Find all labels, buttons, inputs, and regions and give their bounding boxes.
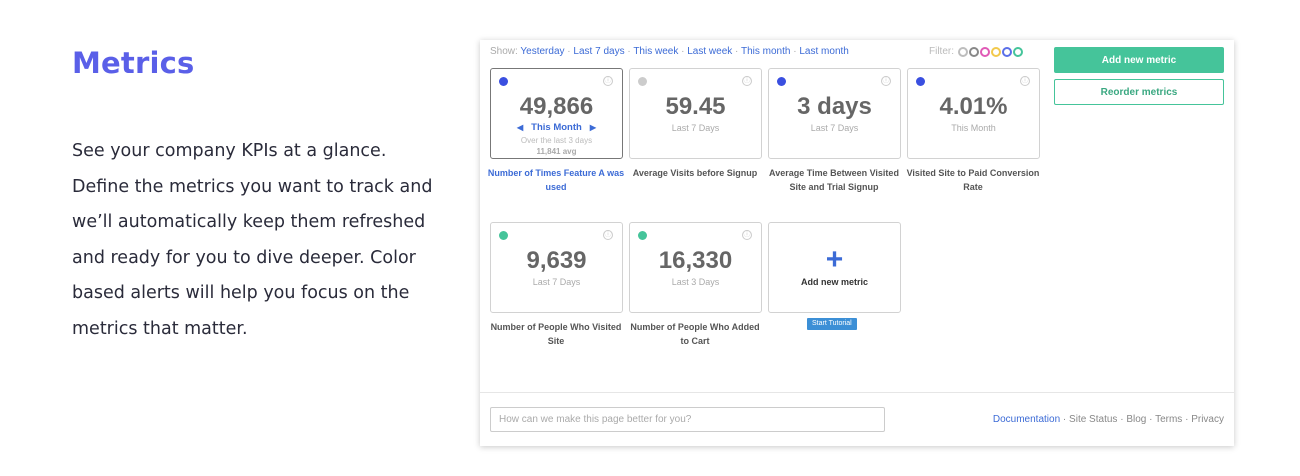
terms-link[interactable]: Terms — [1155, 414, 1182, 425]
date-range-bar: Show: Yesterday · Last 7 days · This wee… — [490, 46, 849, 57]
metric-period: Last 3 Days — [671, 277, 720, 287]
status-dot — [638, 77, 647, 86]
metric-period: This Month — [951, 123, 996, 133]
metric-value: 59.45 — [665, 93, 726, 120]
range-link-last-7-days[interactable]: Last 7 days — [573, 46, 624, 57]
info-icon[interactable]: ⓘ — [742, 76, 752, 86]
info-icon[interactable]: ⓘ — [603, 76, 613, 86]
info-icon[interactable]: ⓘ — [1020, 76, 1030, 86]
range-link-this-week[interactable]: This week — [633, 46, 678, 57]
footer-divider — [480, 392, 1234, 393]
metric-subtext: Over the last 3 days — [520, 136, 593, 145]
add-new-metric-button[interactable]: Add new metric — [1054, 47, 1224, 73]
hero-description: See your company KPIs at a glance. Defin… — [72, 141, 433, 339]
metric-card-visited-site[interactable]: ⓘ 9,639 Last 7 Days — [490, 222, 623, 313]
metric-caption[interactable]: Number of People Who Added to Cart — [625, 320, 765, 348]
feedback-input[interactable] — [490, 407, 885, 432]
plus-icon: + — [825, 243, 844, 276]
filter-dot-dark-grey[interactable] — [969, 46, 979, 57]
site-status-link[interactable]: Site Status — [1069, 414, 1117, 425]
range-link-last-month[interactable]: Last month — [799, 46, 848, 57]
metric-card-conversion[interactable]: ⓘ 4.01% This Month — [907, 68, 1040, 159]
metric-caption[interactable]: Average Time Between Visited Site and Tr… — [764, 166, 904, 194]
metric-card-added-to-cart[interactable]: ⓘ 16,330 Last 3 Days — [629, 222, 762, 313]
metric-period: Last 7 Days — [671, 123, 720, 133]
filter-dot-pink[interactable] — [980, 46, 990, 57]
period-selector: ◀ This Month ▶ — [491, 122, 622, 133]
metric-value: 9,639 — [526, 247, 587, 274]
info-icon[interactable]: ⓘ — [603, 230, 613, 240]
metric-average: 11,841 avg — [536, 147, 577, 156]
metric-period: Last 7 Days — [810, 123, 859, 133]
next-period-icon[interactable]: ▶ — [590, 123, 596, 132]
prev-period-icon[interactable]: ◀ — [517, 123, 523, 132]
metric-caption[interactable]: Number of Times Feature A was used — [486, 166, 626, 194]
filter-label: Filter: — [929, 46, 954, 57]
page-title: Metrics — [72, 46, 195, 80]
info-icon[interactable]: ⓘ — [742, 230, 752, 240]
range-link-yesterday[interactable]: Yesterday — [520, 46, 564, 57]
start-tutorial-button[interactable]: Start Tutorial — [807, 318, 857, 330]
metric-caption[interactable]: Number of People Who Visited Site — [486, 320, 626, 348]
status-dot — [499, 77, 508, 86]
metrics-panel: Show: Yesterday · Last 7 days · This wee… — [480, 40, 1234, 446]
metric-card-avg-time[interactable]: ⓘ 3 days Last 7 Days — [768, 68, 901, 159]
metric-card-feature-a[interactable]: ⓘ 49,866 ◀ This Month ▶ Over the last 3 da… — [490, 68, 623, 159]
info-icon[interactable]: ⓘ — [881, 76, 891, 86]
metric-period: Last 7 Days — [532, 277, 581, 287]
filter-dot-green[interactable] — [1013, 46, 1023, 57]
show-label: Show: — [490, 46, 518, 57]
filter-dot-blue[interactable] — [1002, 46, 1012, 57]
documentation-link[interactable]: Documentation — [993, 414, 1060, 425]
status-dot — [777, 77, 786, 86]
footer-links: Documentation · Site Status · Blog · Ter… — [992, 414, 1224, 425]
metric-caption[interactable]: Visited Site to Paid Conversion Rate — [903, 166, 1043, 194]
metric-value: 4.01% — [939, 93, 1008, 120]
color-filter: Filter: — [929, 46, 1023, 57]
filter-dot-grey[interactable] — [958, 46, 968, 57]
privacy-link[interactable]: Privacy — [1191, 414, 1224, 425]
metric-caption[interactable]: Average Visits before Signup — [625, 166, 765, 180]
status-dot — [499, 231, 508, 240]
metric-value: 49,866 — [519, 93, 594, 120]
metric-period: This Month — [531, 122, 582, 133]
blog-link[interactable]: Blog — [1126, 414, 1146, 425]
filter-dot-yellow[interactable] — [991, 46, 1001, 57]
reorder-metrics-button[interactable]: Reorder metrics — [1054, 79, 1224, 105]
metric-value: 3 days — [797, 93, 872, 120]
metric-value: 16,330 — [658, 247, 733, 274]
status-dot — [638, 231, 647, 240]
add-metric-card[interactable]: + Add new metric — [768, 222, 901, 313]
range-link-last-week[interactable]: Last week — [687, 46, 732, 57]
metric-card-avg-visits[interactable]: ⓘ 59.45 Last 7 Days — [629, 68, 762, 159]
range-link-this-month[interactable]: This month — [741, 46, 790, 57]
status-dot — [916, 77, 925, 86]
add-metric-label: Add new metric — [800, 277, 868, 287]
